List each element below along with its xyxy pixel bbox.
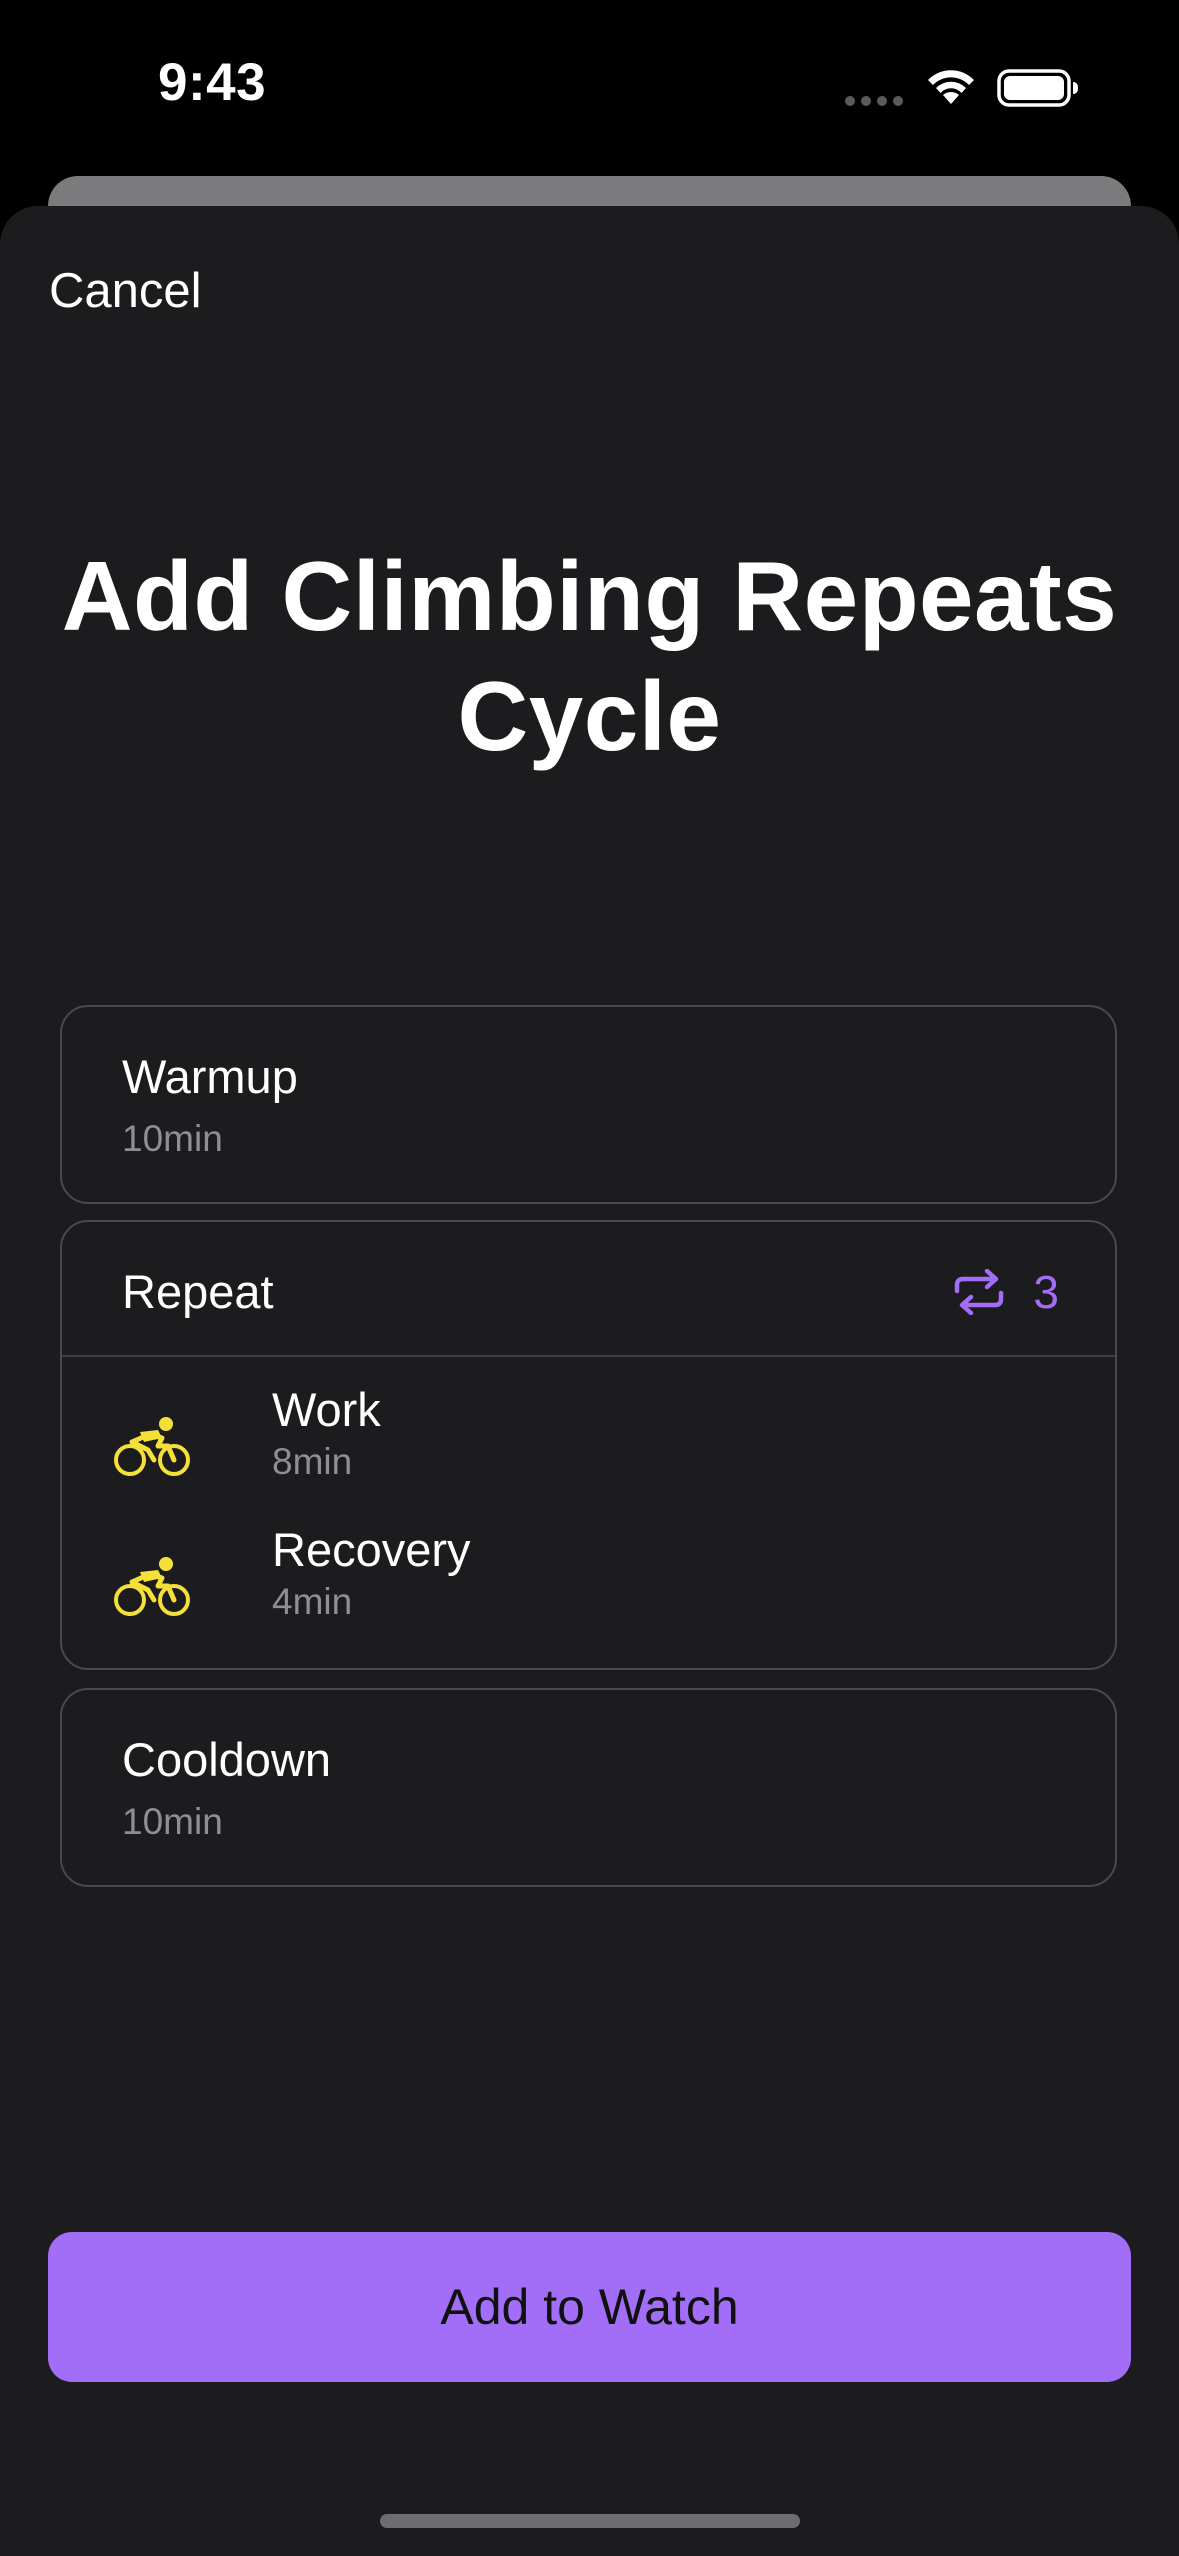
cooldown-duration: 10min xyxy=(122,1801,223,1842)
wifi-icon xyxy=(928,70,974,104)
repeat-count-control[interactable]: 3 xyxy=(951,1264,1059,1320)
recovery-label: Recovery xyxy=(272,1523,471,1576)
page-title: Add Climbing Repeats Cycle xyxy=(61,541,1118,771)
repeat-icon xyxy=(955,1269,1004,1315)
cycling-icon xyxy=(114,1417,190,1476)
work-duration: 8min xyxy=(272,1441,353,1482)
cooldown-title: Cooldown xyxy=(122,1733,332,1786)
warmup-title: Warmup xyxy=(122,1050,298,1103)
home-indicator[interactable] xyxy=(380,2514,800,2528)
add-to-watch-button[interactable]: Add to Watch xyxy=(48,2232,1131,2382)
cellular-signal-icon xyxy=(845,96,905,106)
recovery-duration: 4min xyxy=(272,1581,353,1622)
repeat-step-card[interactable]: Repeat 3 Work 8min Recovery 4min xyxy=(60,1220,1117,1670)
cancel-button[interactable]: Cancel xyxy=(49,262,202,320)
status-bar: 9:43 xyxy=(0,0,1179,175)
divider xyxy=(62,1355,1115,1357)
warmup-step-card[interactable]: Warmup 10min xyxy=(60,1005,1117,1204)
repeat-title: Repeat xyxy=(122,1265,274,1318)
status-time: 9:43 xyxy=(158,53,267,112)
cycling-icon xyxy=(114,1557,190,1616)
repeat-item-work[interactable]: Work 8min xyxy=(114,1382,1014,1492)
repeat-count-value: 3 xyxy=(1033,1266,1059,1318)
battery-icon xyxy=(997,69,1078,107)
repeat-item-recovery[interactable]: Recovery 4min xyxy=(114,1522,1014,1632)
warmup-duration: 10min xyxy=(122,1118,223,1159)
cooldown-step-card[interactable]: Cooldown 10min xyxy=(60,1688,1117,1887)
work-label: Work xyxy=(272,1383,381,1436)
